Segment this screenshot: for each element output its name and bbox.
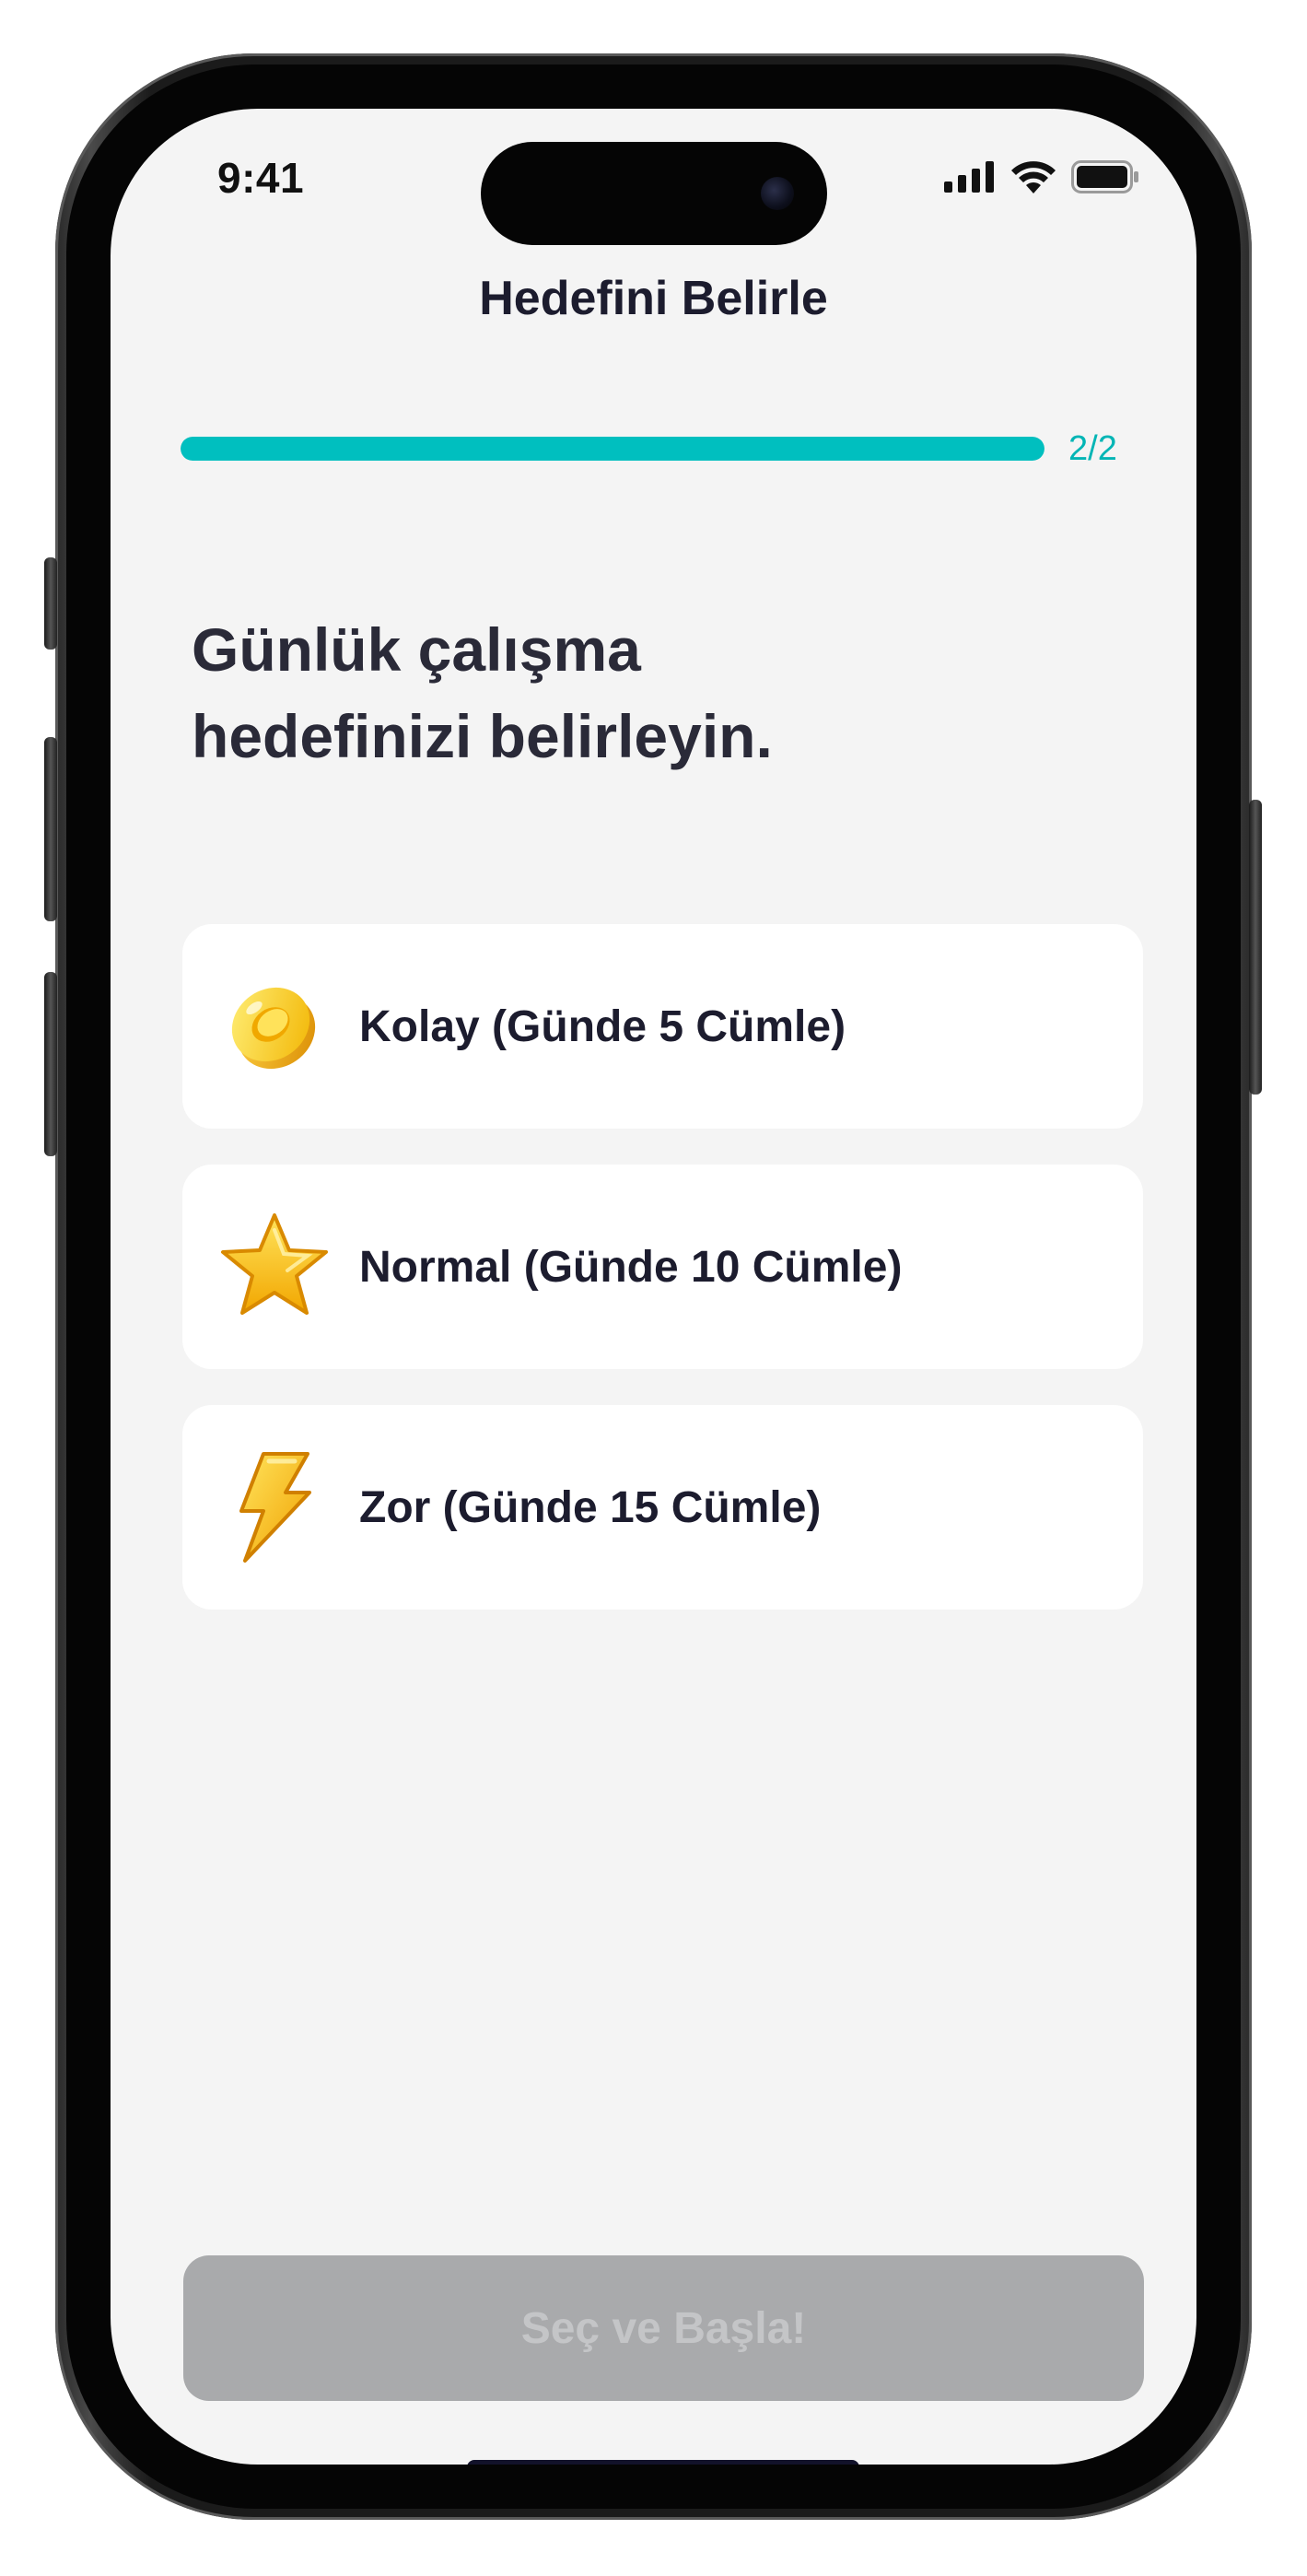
question-line-2: hedefinizi belirleyin.: [192, 702, 773, 770]
option-hard-label: Zor (Günde 15 Cümle): [359, 1482, 822, 1532]
app-screen: 9:41 Hedefini Belirle 2/2 Günlük çalışma…: [111, 109, 1196, 2465]
option-easy[interactable]: Kolay (Günde 5 Cümle): [182, 924, 1143, 1129]
page-title: Hedefini Belirle: [479, 272, 828, 325]
select-and-start-button[interactable]: Seç ve Başla!: [183, 2255, 1144, 2401]
progress-bar-fill: [181, 437, 1044, 461]
question-heading: Günlük çalışma hedefinizi belirleyin.: [192, 606, 1021, 779]
power-button: [1249, 800, 1262, 1095]
progress-step-label: 2/2: [1068, 429, 1117, 468]
home-indicator: [467, 2460, 859, 2465]
battery-icon: [1071, 159, 1139, 198]
action-button: [44, 557, 57, 650]
status-time: 9:41: [217, 154, 305, 202]
option-normal[interactable]: Normal (Günde 10 Cümle): [182, 1165, 1143, 1369]
volume-down-button: [44, 972, 57, 1156]
question-line-1: Günlük çalışma: [192, 615, 641, 684]
lightning-bolt-icon: [217, 1450, 332, 1564]
status-icons: [944, 159, 1139, 198]
front-camera: [761, 177, 794, 210]
cellular-signal-icon: [944, 160, 996, 197]
option-normal-label: Normal (Günde 10 Cümle): [359, 1242, 903, 1292]
star-icon: [217, 1210, 332, 1324]
option-hard[interactable]: Zor (Günde 15 Cümle): [182, 1405, 1143, 1610]
coin-icon: [217, 969, 332, 1083]
option-easy-label: Kolay (Günde 5 Cümle): [359, 1001, 846, 1051]
dynamic-island: [481, 142, 827, 245]
volume-up-button: [44, 737, 57, 921]
wifi-icon: [1010, 160, 1056, 198]
progress-bar: [181, 437, 1044, 461]
